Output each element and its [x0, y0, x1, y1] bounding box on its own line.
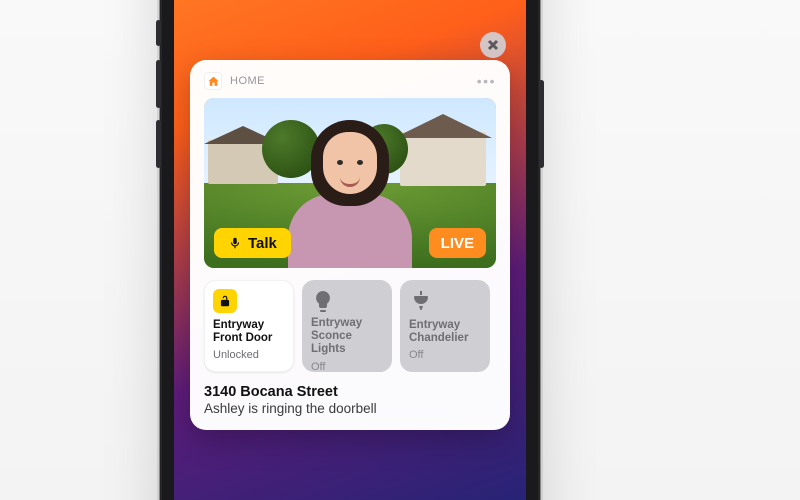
talk-button[interactable]: Talk	[214, 228, 291, 258]
more-button[interactable]: •••	[477, 73, 496, 89]
tile-state: Unlocked	[213, 349, 285, 361]
camera-feed[interactable]: Talk LIVE	[204, 98, 496, 268]
volume-up-button	[156, 60, 161, 108]
lock-open-icon	[213, 289, 237, 313]
close-button[interactable]	[480, 32, 506, 58]
stage: HOME •••	[0, 0, 800, 500]
tile-chandelier[interactable]: EntrywayChandelier Off	[400, 280, 490, 372]
home-notification-card: HOME •••	[190, 60, 510, 430]
talk-label: Talk	[248, 235, 277, 252]
close-icon	[487, 39, 499, 51]
tile-title-line: Sconce Lights	[311, 330, 383, 356]
doorbell-message: Ashley is ringing the doorbell	[204, 401, 496, 416]
accessory-tiles: EntrywayFront Door Unlocked EntrywayScon…	[204, 280, 496, 372]
card-footer: 3140 Bocana Street Ashley is ringing the…	[204, 384, 496, 416]
live-label: LIVE	[441, 235, 474, 252]
home-app-icon	[204, 72, 222, 90]
tile-title-line: Entryway	[409, 319, 460, 331]
card-header: HOME •••	[204, 72, 496, 90]
live-badge: LIVE	[429, 228, 486, 258]
microphone-icon	[228, 236, 242, 250]
address-label: 3140 Bocana Street	[204, 384, 496, 400]
tile-title-line: Entryway	[213, 319, 264, 331]
app-name-label: HOME	[230, 75, 265, 87]
power-button	[539, 80, 544, 168]
tile-title-line: Entryway	[311, 317, 362, 329]
tile-front-door[interactable]: EntrywayFront Door Unlocked	[204, 280, 294, 372]
feed-person	[286, 120, 414, 268]
volume-down-button	[156, 120, 161, 168]
tile-sconce-lights[interactable]: EntrywaySconce Lights Off	[302, 280, 392, 372]
lightbulb-icon	[311, 289, 383, 313]
tile-state: Off	[409, 349, 481, 361]
tile-title-line: Front Door	[213, 332, 285, 345]
tile-state: Off	[311, 361, 383, 373]
phone-frame: HOME •••	[160, 0, 540, 500]
chandelier-icon	[409, 289, 481, 315]
mute-switch	[156, 20, 161, 46]
tile-title-line: Chandelier	[409, 332, 481, 345]
phone-screen: HOME •••	[174, 0, 526, 500]
